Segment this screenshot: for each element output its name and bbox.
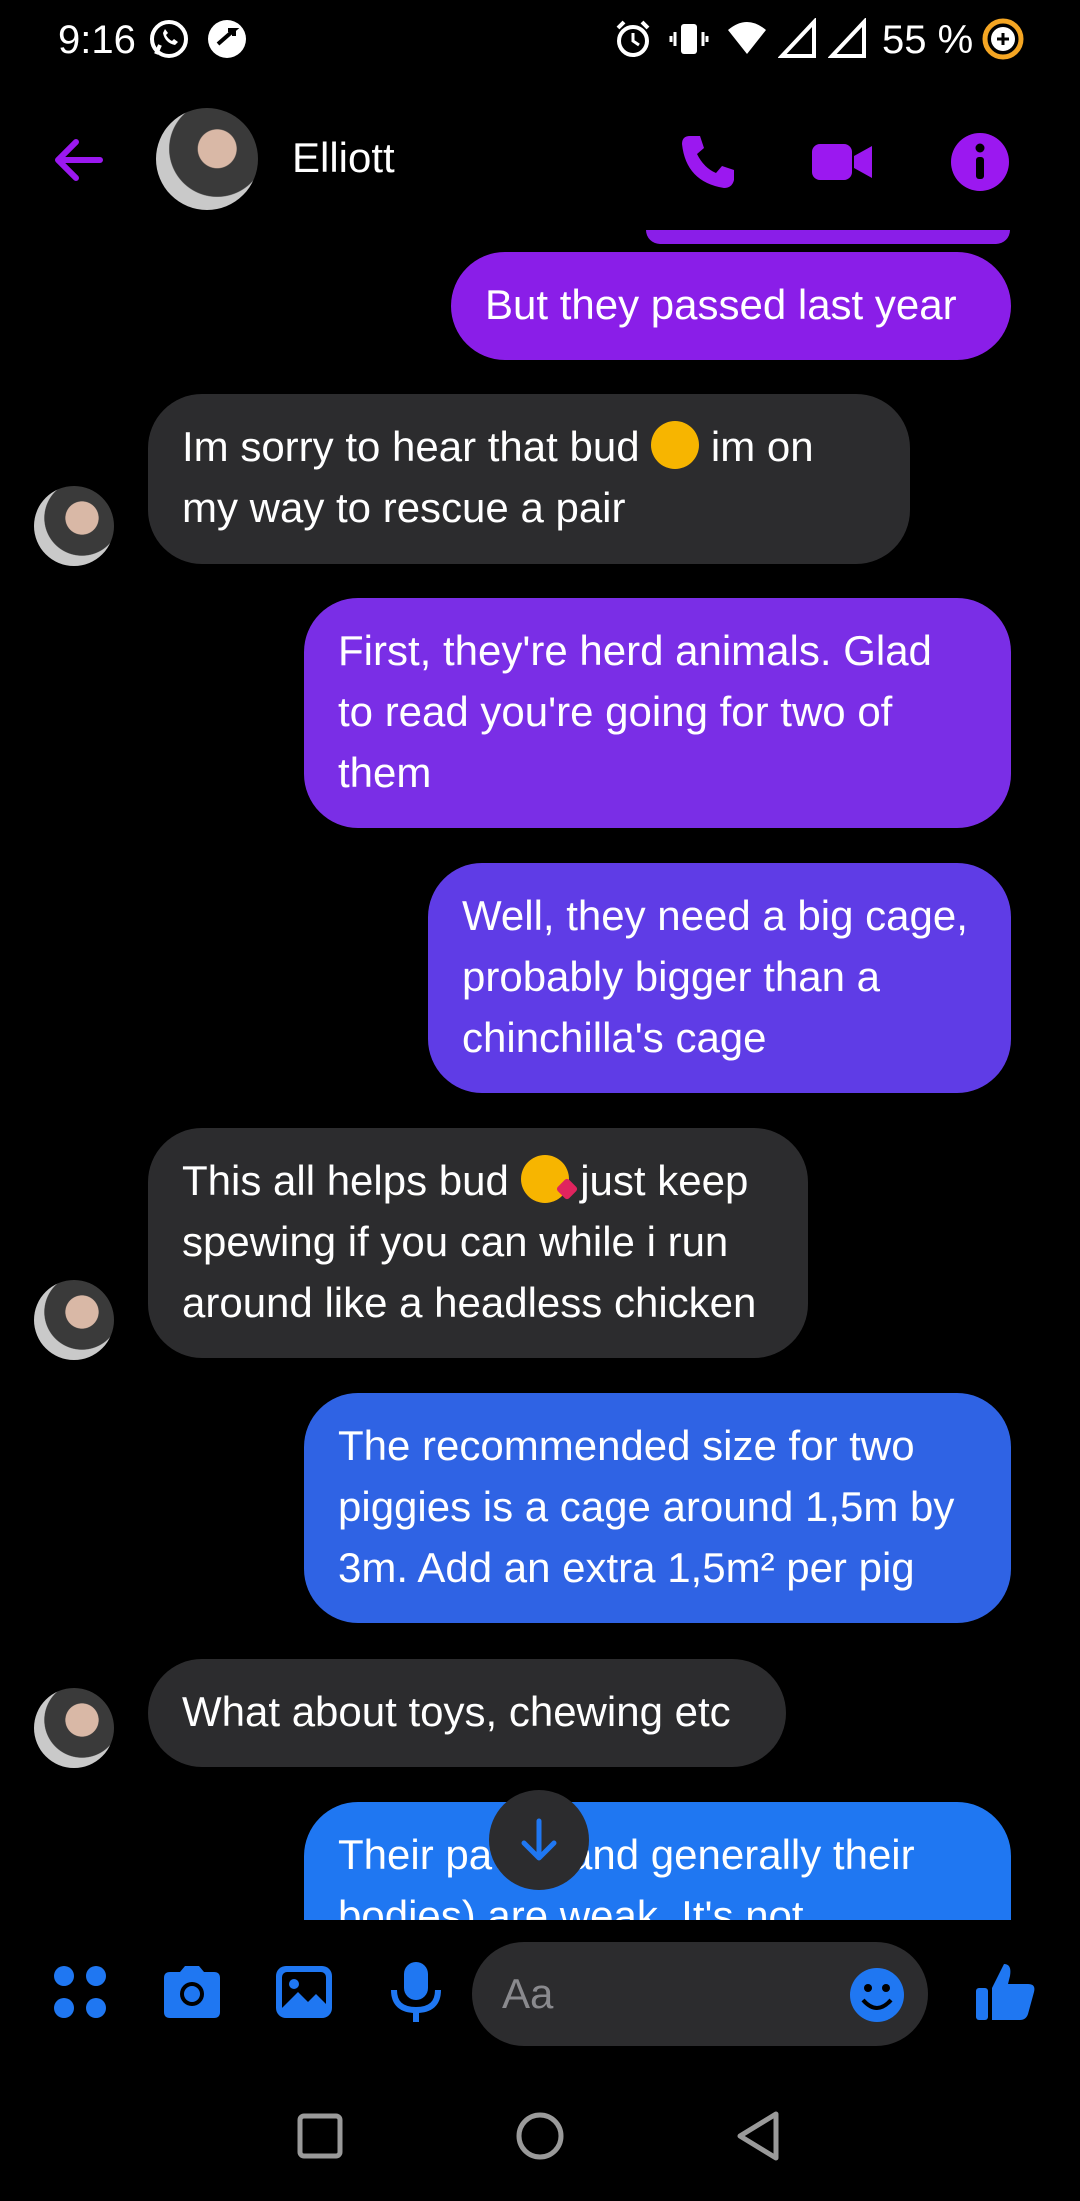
- contact-name[interactable]: Elliott: [292, 134, 395, 182]
- battery-percentage: 55 %: [882, 18, 974, 62]
- message-text: First, they're herd animals. Glad to rea…: [338, 627, 932, 796]
- back-arrow-icon[interactable]: [48, 130, 108, 190]
- message-text: But they passed last year: [485, 281, 957, 328]
- message-text: Im sorry to hear that bud: [182, 423, 640, 470]
- incoming-message[interactable]: Im sorry to hear that bud im on my way t…: [148, 394, 910, 564]
- emoji-icon[interactable]: [848, 1966, 906, 2024]
- info-icon[interactable]: [948, 130, 1012, 194]
- message-composer: [0, 1930, 1080, 2060]
- contact-avatar-small[interactable]: [34, 1688, 114, 1768]
- recents-icon[interactable]: [290, 2106, 350, 2166]
- incoming-message[interactable]: What about toys, chewing etc: [148, 1659, 786, 1767]
- message-text: What about toys, chewing etc: [182, 1688, 731, 1735]
- status-bar: 9:16 55 %: [0, 0, 1080, 80]
- home-icon[interactable]: [510, 2106, 570, 2166]
- message-text: This all helps bud: [182, 1157, 509, 1204]
- signal-icon: [778, 18, 816, 58]
- outgoing-message[interactable]: Well, they need a big cage, probably big…: [428, 863, 1011, 1093]
- apps-icon[interactable]: [48, 1960, 112, 2024]
- face-blowing-kiss-icon: [520, 1155, 569, 1203]
- system-navigation-bar: [0, 2080, 1080, 2201]
- incoming-message[interactable]: This all helps bud just keep spewing if …: [148, 1128, 808, 1358]
- message-thread[interactable]: But they passed last year Im sorry to he…: [0, 230, 1080, 1920]
- message-text: Well, they need a big cage, probably big…: [462, 892, 968, 1061]
- wifi-icon: [728, 22, 766, 54]
- back-icon[interactable]: [730, 2106, 790, 2166]
- status-time: 9:16: [58, 18, 136, 62]
- vibrate-icon: [669, 24, 709, 54]
- scroll-to-bottom-button[interactable]: [489, 1790, 589, 1890]
- camera-icon[interactable]: [160, 1960, 224, 2024]
- conversation-header: Elliott: [0, 100, 1080, 220]
- share-arrow-icon: [208, 20, 246, 58]
- outgoing-message[interactable]: But they passed last year: [451, 252, 1011, 360]
- contact-avatar[interactable]: [156, 108, 258, 210]
- whatsapp-icon: [150, 20, 188, 58]
- contact-avatar-small[interactable]: [34, 1280, 114, 1360]
- arrow-down-icon: [521, 1818, 557, 1861]
- outgoing-message[interactable]: The recommended size for two piggies is …: [304, 1393, 1011, 1623]
- phone-icon[interactable]: [676, 130, 740, 194]
- outgoing-message[interactable]: Their paws (and generally their bodies) …: [304, 1802, 1011, 1920]
- contact-avatar-small[interactable]: [34, 486, 114, 566]
- video-camera-icon[interactable]: [810, 130, 874, 194]
- alarm-icon: [616, 20, 650, 57]
- message-text: Their paws (and generally their bodies) …: [338, 1831, 915, 1920]
- pensive-face-icon: [651, 421, 700, 469]
- outgoing-message[interactable]: First, they're herd animals. Glad to rea…: [304, 598, 1011, 828]
- message-text: The recommended size for two piggies is …: [338, 1422, 955, 1591]
- microphone-icon[interactable]: [384, 1960, 448, 2024]
- previous-message-edge: [646, 230, 1010, 244]
- thumbs-up-icon[interactable]: [974, 1960, 1038, 2024]
- battery-saver-icon: [982, 18, 1024, 60]
- gallery-icon[interactable]: [272, 1960, 336, 2024]
- signal-icon-2: [828, 18, 866, 58]
